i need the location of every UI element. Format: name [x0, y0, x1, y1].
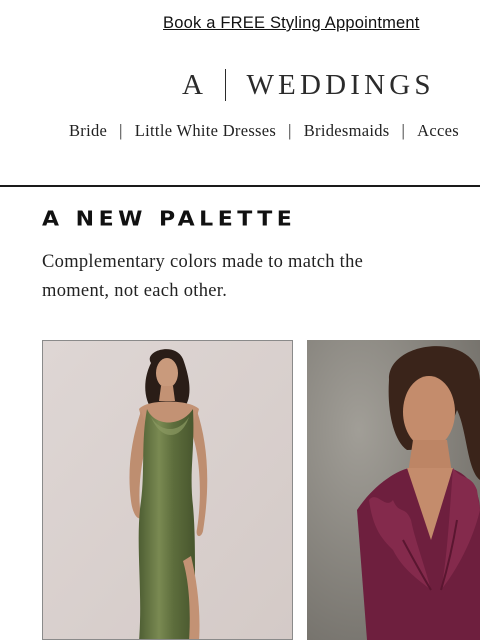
nav-separator: | — [288, 121, 292, 140]
logo-mark: A — [182, 68, 204, 101]
styling-appointment-link[interactable]: Book a FREE Styling Appointment — [163, 14, 420, 33]
plum-dress-photo — [307, 340, 480, 640]
main-nav: Bride | Little White Dresses | Bridesmaids | A… — [69, 121, 459, 141]
nav-item-bridesmaids[interactable]: Bridesmaids — [304, 121, 390, 140]
nav-separator: | — [119, 121, 123, 140]
header-divider — [0, 185, 480, 187]
nav-item-little-white-dresses[interactable]: Little White Dresses — [135, 121, 276, 140]
product-card-plum-dress[interactable] — [307, 340, 480, 640]
nav-item-accessories[interactable]: Acces — [417, 121, 459, 140]
product-card-green-dress[interactable] — [42, 340, 293, 640]
logo-wordmark: WEDDINGS — [246, 68, 435, 101]
nav-item-bride[interactable]: Bride — [69, 121, 107, 140]
brand-logo[interactable]: A WEDDINGS — [182, 68, 435, 102]
promo-bar: Book a FREE Styling Appointment — [0, 14, 480, 38]
logo-divider — [224, 69, 227, 101]
section-subtitle: Complementary colors made to match the m… — [42, 252, 364, 301]
section-title: A NEW PALETTE — [42, 208, 297, 231]
nav-separator: | — [401, 121, 406, 140]
green-dress-photo — [43, 341, 292, 639]
